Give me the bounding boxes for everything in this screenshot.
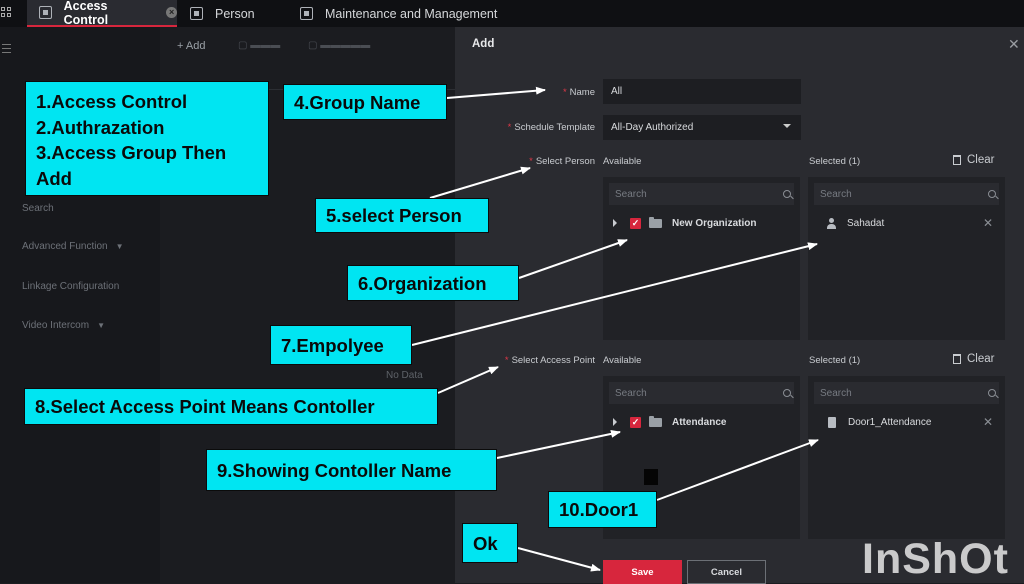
arrow-controller-name — [496, 429, 621, 459]
callout-select-person: 5.select Person — [315, 198, 489, 233]
callout-organization: 6.Organization — [347, 265, 519, 301]
arrow-group-name — [446, 86, 546, 99]
callout-employee: 7.Empolyee — [270, 325, 412, 365]
arrow-ok — [517, 547, 601, 572]
arrow-select-person — [429, 166, 531, 199]
callout-line: 1.Access Control — [36, 91, 188, 112]
callout-steps: 1.Access Control 2.Authrazation 3.Access… — [25, 81, 269, 196]
callout-controller-name: 9.Showing Contoller Name — [206, 449, 497, 491]
arrow-access-point — [437, 366, 499, 394]
watermark-logo: InShOt — [862, 535, 1009, 583]
callout-ok: Ok — [462, 523, 518, 563]
callout-door: 10.Door1 — [548, 491, 657, 528]
callout-line: 2.Authrazation — [36, 116, 165, 138]
arrow-door — [656, 439, 819, 501]
callout-line: Add — [36, 167, 72, 189]
callout-access-point: 8.Select Access Point Means Contoller — [24, 388, 438, 425]
callout-group-name: 4.Group Name — [283, 84, 447, 120]
callout-line: 3.Access Group Then — [36, 142, 227, 163]
arrow-organization — [518, 239, 628, 279]
